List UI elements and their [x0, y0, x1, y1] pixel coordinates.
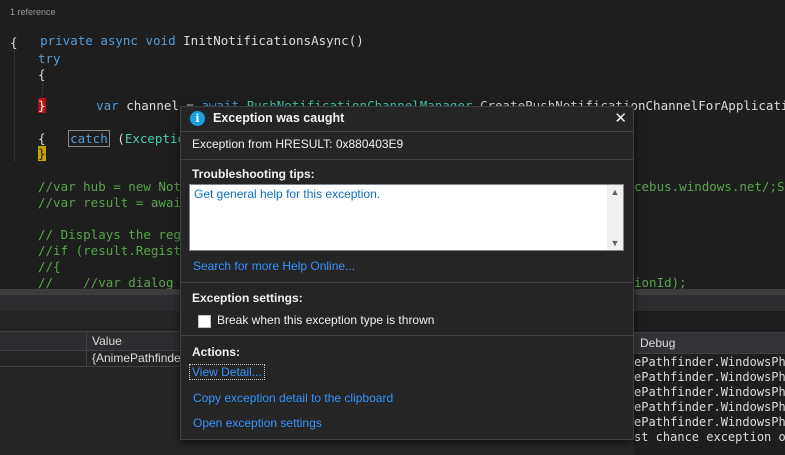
- break-when-thrown-checkbox[interactable]: [198, 315, 211, 328]
- divider: [181, 159, 633, 160]
- output-line: ePathfinder.WindowsPhon: [634, 355, 785, 369]
- scrollbar[interactable]: ▲ ▼: [607, 185, 623, 250]
- code-comment: // //var dialog =: [38, 275, 197, 290]
- exception-popup: i Exception was caught ✕ Exception from …: [180, 106, 634, 440]
- method-signature: private async void InitNotificationsAsyn…: [10, 17, 364, 48]
- catch-keyword: catch: [70, 131, 108, 146]
- brace-highlight: }: [38, 146, 46, 161]
- code-comment: cebus.windows.net/;Sha: [634, 179, 785, 194]
- code-brace-highlight: }: [38, 98, 46, 114]
- info-icon: i: [190, 111, 205, 126]
- break-when-thrown-label[interactable]: Break when this exception type is thrown: [217, 313, 434, 327]
- divider: [181, 335, 633, 336]
- output-line: ePathfinder.WindowsPhon: [634, 385, 785, 399]
- output-source-label: Debug: [640, 336, 676, 350]
- copy-detail-link[interactable]: Copy exception detail to the clipboard: [193, 391, 393, 405]
- scroll-up-icon[interactable]: ▲: [607, 185, 623, 199]
- troubleshooting-list[interactable]: Get general help for this exception. ▲ ▼: [189, 184, 624, 251]
- code-statement: var channel = await PushNotificationChan…: [66, 82, 785, 113]
- paren: (: [109, 131, 125, 146]
- output-line: st chance exception of: [634, 430, 785, 444]
- view-detail-link[interactable]: View Detail...: [189, 364, 265, 380]
- code-brace-highlight: }: [38, 146, 46, 162]
- exception-settings-label: Exception settings:: [192, 291, 303, 305]
- search-help-online-link[interactable]: Search for more Help Online...: [193, 259, 355, 273]
- method-name: InitNotificationsAsync(): [183, 33, 364, 48]
- try-keyword: try: [38, 51, 61, 66]
- code-brace: {: [10, 35, 18, 50]
- keyword: var: [96, 98, 119, 113]
- keyword: void: [145, 33, 176, 48]
- output-line: ePathfinder.WindowsPhon: [634, 370, 785, 384]
- code-brace: {: [38, 67, 46, 82]
- actions-label: Actions:: [192, 345, 240, 359]
- code-comment: //var hub = new Noti: [38, 179, 189, 194]
- code-comment: //var result = await: [38, 195, 189, 210]
- exception-message: Exception from HRESULT: 0x880403E9: [192, 137, 404, 151]
- code-comment: //if (result.Registra: [38, 243, 197, 258]
- popup-title: Exception was caught: [213, 111, 345, 125]
- brace-highlight: }: [38, 98, 46, 113]
- code-comment: // Displays the regis: [38, 227, 197, 242]
- open-exception-settings-link[interactable]: Open exception settings: [193, 416, 322, 430]
- value-cell: {AnimePathfinde: [92, 351, 181, 365]
- code-comment: //{: [38, 259, 61, 274]
- scroll-down-icon[interactable]: ▼: [607, 236, 623, 250]
- keyword: private: [40, 33, 93, 48]
- column-header-value[interactable]: Value: [92, 332, 122, 350]
- close-icon[interactable]: ✕: [614, 109, 627, 127]
- general-help-link[interactable]: Get general help for this exception.: [194, 187, 380, 201]
- output-source-select[interactable]: Debug: [634, 332, 785, 354]
- troubleshooting-label: Troubleshooting tips:: [192, 167, 315, 181]
- code-brace: {: [38, 131, 46, 146]
- popup-title-bar: i Exception was caught ✕: [181, 107, 633, 132]
- output-line: ePathfinder.WindowsPhon: [634, 400, 785, 414]
- keyword: async: [100, 33, 138, 48]
- divider: [181, 282, 633, 283]
- code-comment: ionId);: [634, 275, 687, 290]
- output-line: ePathfinder.WindowsPhon: [634, 415, 785, 429]
- output-window: Debug ePathfinder.WindowsPhon ePathfinde…: [634, 311, 785, 455]
